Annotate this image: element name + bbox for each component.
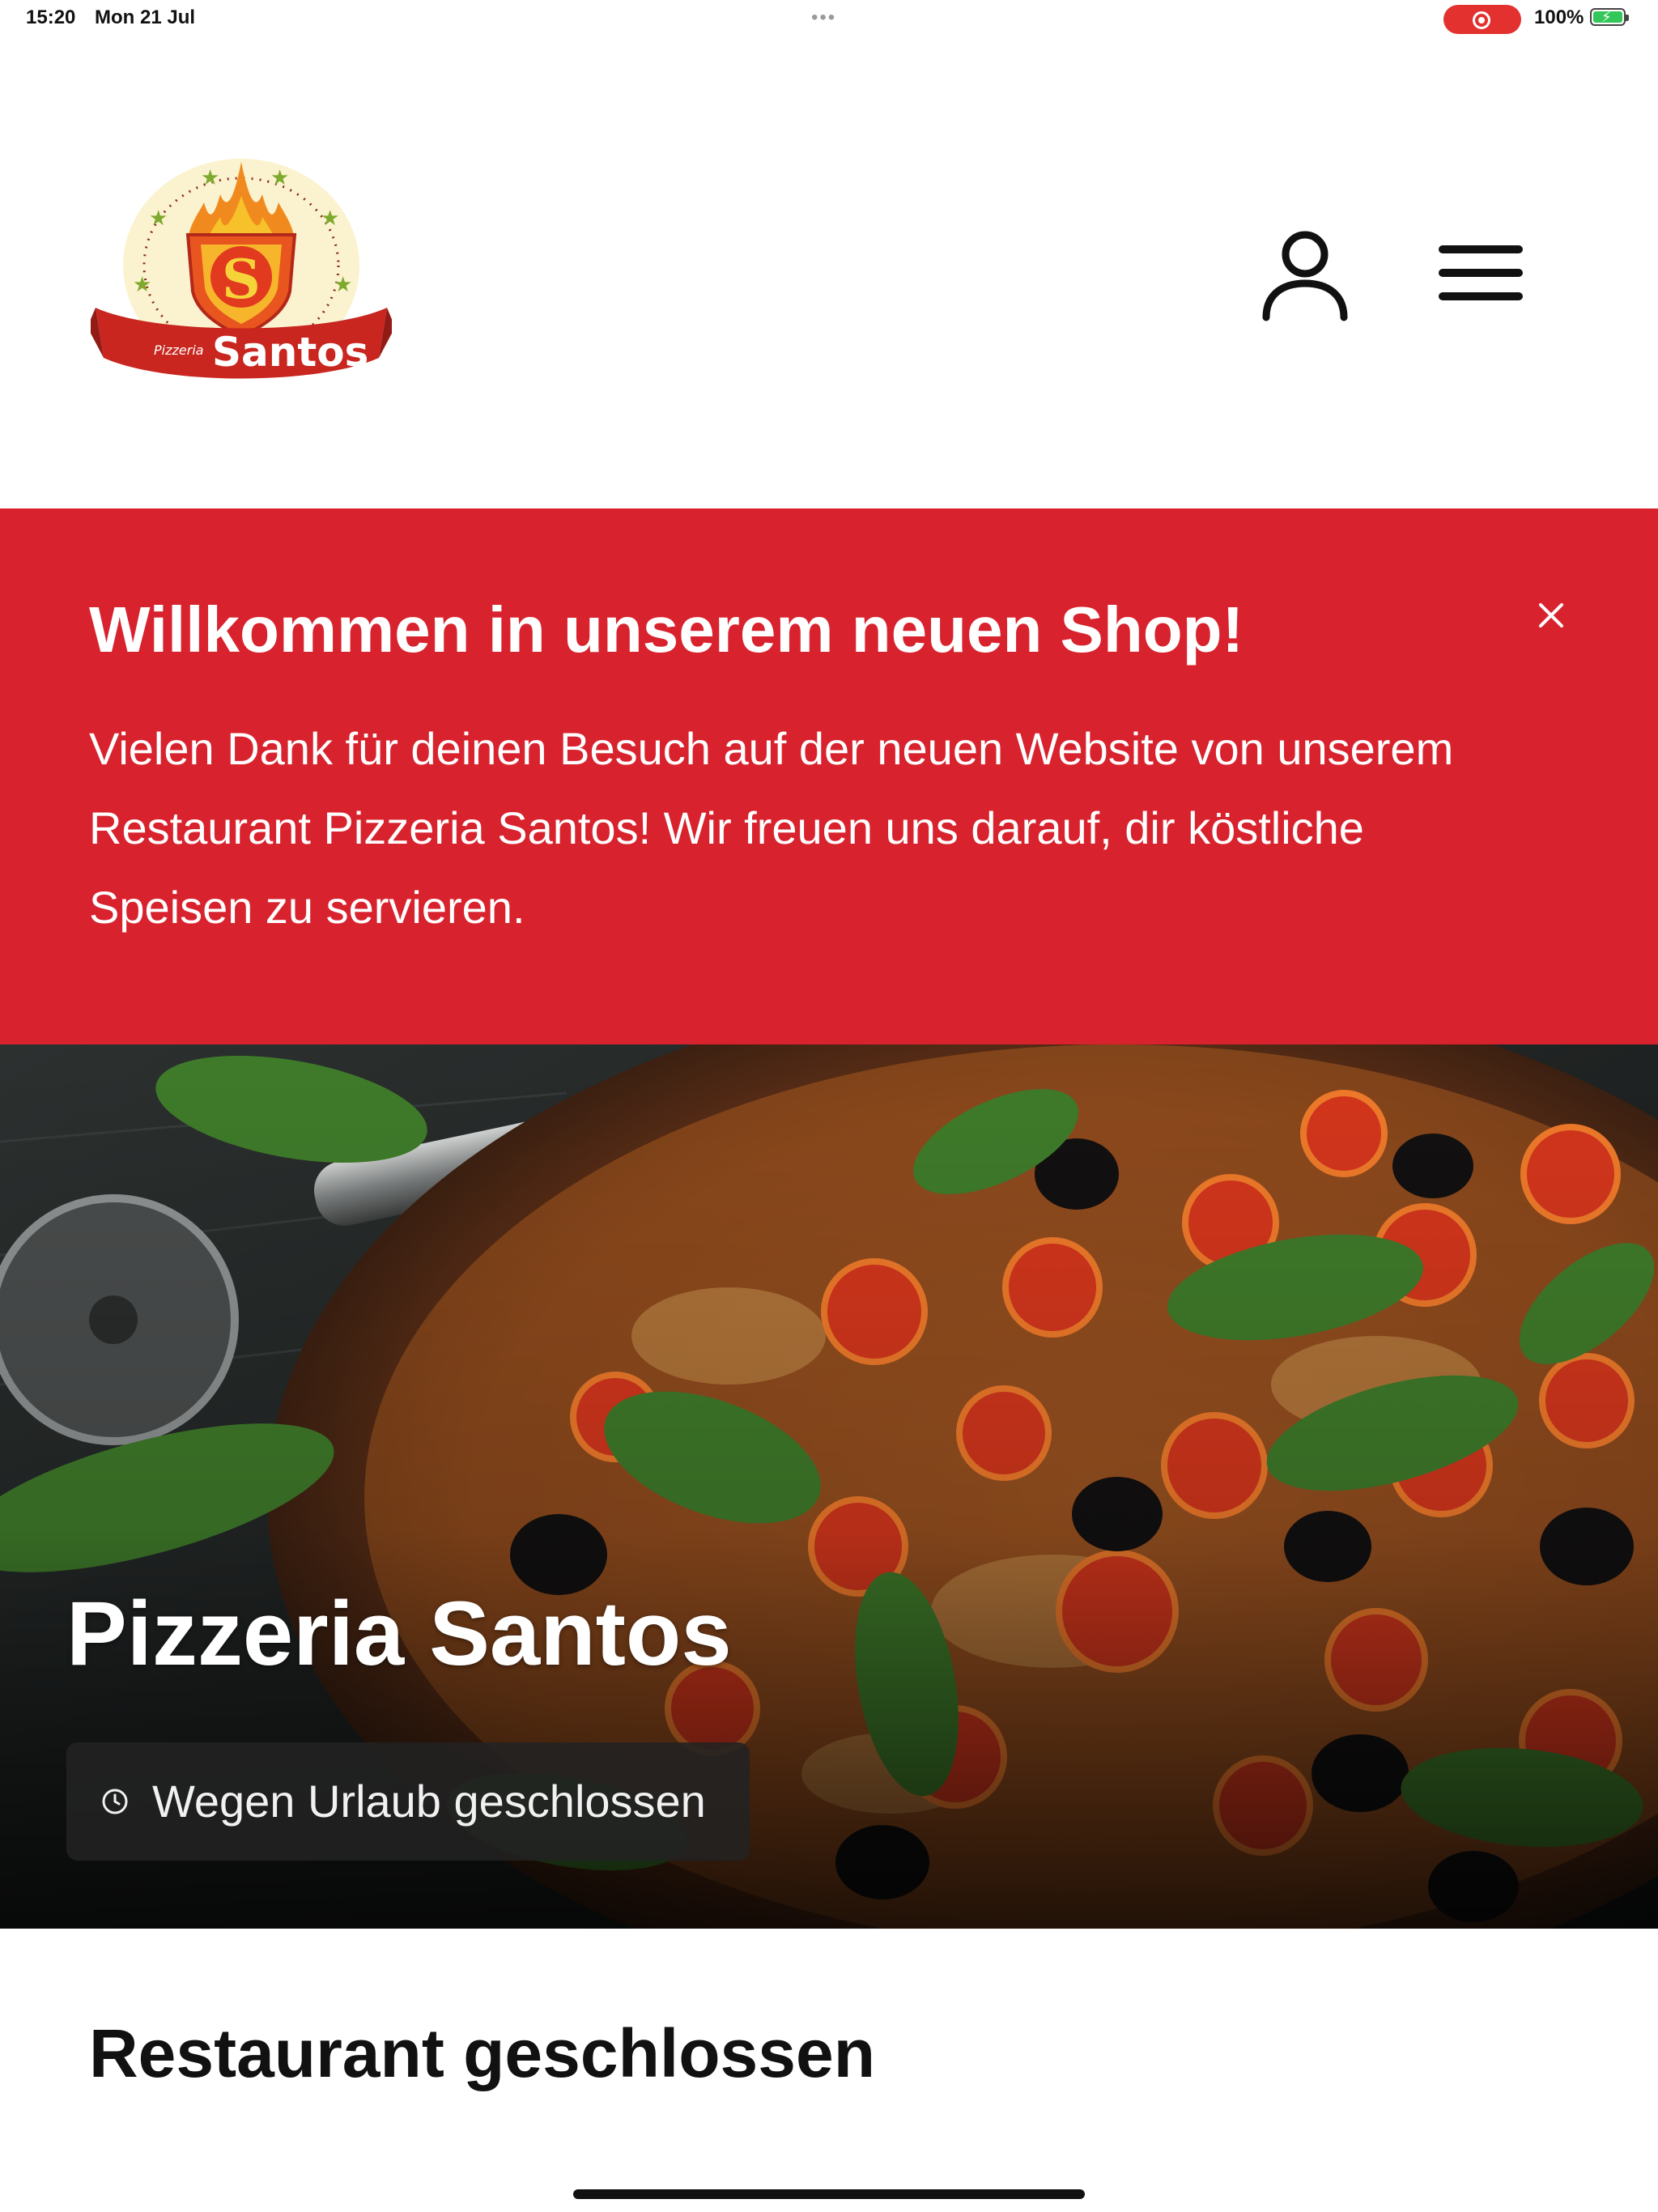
home-indicator[interactable] <box>573 2189 1085 2199</box>
multitasking-dots-icon[interactable]: ••• <box>811 6 836 29</box>
welcome-banner: Willkommen in unserem neuen Shop! Vielen… <box>0 508 1658 1044</box>
close-icon[interactable] <box>1537 601 1566 630</box>
opening-status-badge: Wegen Urlaub geschlossen <box>66 1742 750 1861</box>
user-icon[interactable] <box>1260 227 1350 324</box>
opening-status-text: Wegen Urlaub geschlossen <box>152 1776 706 1827</box>
hero-title: Pizzeria Santos <box>66 1583 732 1684</box>
banner-body: Vielen Dank für deinen Besuch auf der ne… <box>89 723 1454 933</box>
pizzeria-santos-logo[interactable]: ★ ★ ★ ★ ★ ★ S Pizzeria Santos <box>91 154 392 397</box>
logo-brand: Santos <box>212 329 368 376</box>
battery-percentage: 100% <box>1534 6 1584 28</box>
hamburger-menu-icon[interactable] <box>1438 243 1524 303</box>
svg-text:★: ★ <box>133 272 151 296</box>
status-date: Mon 21 Jul <box>95 6 196 28</box>
svg-text:★: ★ <box>201 165 219 189</box>
hero-section: Pizzeria Santos Wegen Urlaub geschlossen <box>0 1044 1658 1929</box>
svg-text:S: S <box>222 248 261 311</box>
status-time: 15:20 <box>26 6 76 28</box>
logo-subtitle: Pizzeria <box>154 342 204 358</box>
battery-charging-icon: ⚡ <box>1590 8 1629 26</box>
screen-record-icon[interactable] <box>1443 5 1521 34</box>
closed-heading: Restaurant geschlossen <box>89 2015 876 2091</box>
page: 15:20 Mon 21 Jul ••• 100% ⚡ ★ ★ ★ ★ ★ ★ <box>0 0 1658 2212</box>
record-dot <box>1473 11 1490 29</box>
clock-icon <box>102 1789 128 1814</box>
svg-text:★: ★ <box>149 206 168 230</box>
svg-text:★: ★ <box>270 165 289 189</box>
svg-text:★: ★ <box>334 272 352 296</box>
svg-text:★: ★ <box>321 206 339 230</box>
status-bar: 15:20 Mon 21 Jul ••• 100% ⚡ <box>0 0 1658 39</box>
banner-title: Willkommen in unserem neuen Shop! <box>89 593 1244 666</box>
